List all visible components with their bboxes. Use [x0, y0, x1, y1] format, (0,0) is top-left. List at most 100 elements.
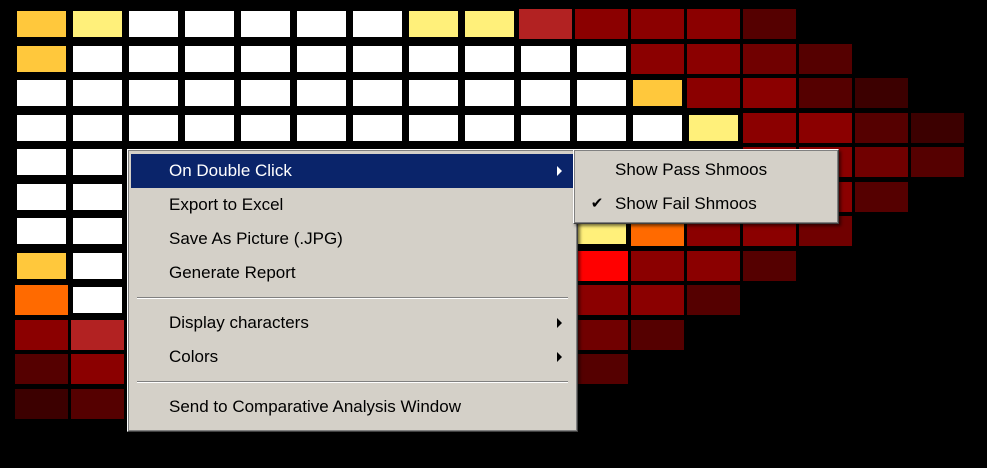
shmoo-cell[interactable]	[71, 389, 124, 419]
shmoo-cell[interactable]	[239, 78, 292, 108]
shmoo-cell[interactable]	[183, 78, 236, 108]
menu-item-export-to-excel[interactable]: Export to Excel	[131, 188, 574, 222]
shmoo-cell[interactable]	[351, 9, 404, 39]
shmoo-cell[interactable]	[575, 9, 628, 39]
shmoo-cell[interactable]	[127, 78, 180, 108]
menu-item-display-characters[interactable]: Display characters	[131, 306, 574, 340]
menu-item-colors[interactable]: Colors	[131, 340, 574, 374]
shmoo-cell[interactable]	[71, 9, 124, 39]
submenu-item-show-pass-shmoos[interactable]: Show Pass Shmoos	[577, 153, 835, 187]
shmoo-cell[interactable]	[239, 44, 292, 74]
shmoo-cell[interactable]	[855, 113, 908, 143]
menu-item-send-to-comparative-analysis[interactable]: Send to Comparative Analysis Window	[131, 390, 574, 424]
shmoo-cell[interactable]	[463, 44, 516, 74]
shmoo-cell[interactable]	[743, 251, 796, 281]
menu-item-on-double-click[interactable]: On Double Click	[131, 154, 574, 188]
shmoo-cell[interactable]	[71, 78, 124, 108]
shmoo-cell[interactable]	[15, 285, 68, 315]
shmoo-cell[interactable]	[407, 44, 460, 74]
shmoo-cell[interactable]	[15, 320, 68, 350]
shmoo-plot-area[interactable]: On Double Click Export to Excel Save As …	[0, 0, 987, 468]
shmoo-cell[interactable]	[15, 147, 68, 177]
shmoo-cell[interactable]	[295, 113, 348, 143]
shmoo-cell[interactable]	[351, 78, 404, 108]
shmoo-cell[interactable]	[183, 9, 236, 39]
shmoo-cell[interactable]	[743, 113, 796, 143]
shmoo-cell[interactable]	[463, 9, 516, 39]
shmoo-cell[interactable]	[631, 285, 684, 315]
shmoo-cell[interactable]	[71, 113, 124, 143]
shmoo-cell[interactable]	[15, 389, 68, 419]
shmoo-cell[interactable]	[799, 44, 852, 74]
shmoo-cell[interactable]	[407, 113, 460, 143]
shmoo-cell[interactable]	[631, 44, 684, 74]
shmoo-cell[interactable]	[351, 44, 404, 74]
shmoo-cell[interactable]	[295, 78, 348, 108]
shmoo-cell[interactable]	[575, 44, 628, 74]
shmoo-cell[interactable]	[519, 113, 572, 143]
menu-item-save-as-picture[interactable]: Save As Picture (.JPG)	[131, 222, 574, 256]
shmoo-cell[interactable]	[687, 251, 740, 281]
shmoo-cell[interactable]	[183, 113, 236, 143]
shmoo-cell[interactable]	[687, 44, 740, 74]
shmoo-cell[interactable]	[575, 320, 628, 350]
shmoo-cell[interactable]	[575, 251, 628, 281]
shmoo-cell[interactable]	[687, 285, 740, 315]
shmoo-cell[interactable]	[71, 251, 124, 281]
shmoo-cell[interactable]	[575, 354, 628, 384]
shmoo-cell[interactable]	[575, 78, 628, 108]
submenu-item-show-fail-shmoos[interactable]: ✔ Show Fail Shmoos	[577, 187, 835, 221]
shmoo-cell[interactable]	[855, 147, 908, 177]
shmoo-cell[interactable]	[911, 147, 964, 177]
shmoo-cell[interactable]	[407, 78, 460, 108]
shmoo-cell[interactable]	[127, 44, 180, 74]
shmoo-cell[interactable]	[799, 78, 852, 108]
shmoo-cell[interactable]	[183, 44, 236, 74]
shmoo-cell[interactable]	[687, 78, 740, 108]
shmoo-cell[interactable]	[519, 44, 572, 74]
shmoo-cell[interactable]	[71, 354, 124, 384]
shmoo-cell[interactable]	[911, 113, 964, 143]
shmoo-cell[interactable]	[15, 9, 68, 39]
shmoo-cell[interactable]	[463, 113, 516, 143]
shmoo-cell[interactable]	[15, 216, 68, 246]
shmoo-cell[interactable]	[407, 9, 460, 39]
shmoo-cell[interactable]	[631, 78, 684, 108]
shmoo-cell[interactable]	[631, 9, 684, 39]
shmoo-cell[interactable]	[71, 182, 124, 212]
shmoo-cell[interactable]	[15, 251, 68, 281]
shmoo-cell[interactable]	[743, 44, 796, 74]
shmoo-cell[interactable]	[743, 78, 796, 108]
shmoo-cell[interactable]	[855, 182, 908, 212]
shmoo-cell[interactable]	[799, 113, 852, 143]
shmoo-cell[interactable]	[239, 113, 292, 143]
shmoo-cell[interactable]	[519, 78, 572, 108]
shmoo-cell[interactable]	[631, 251, 684, 281]
shmoo-cell[interactable]	[239, 9, 292, 39]
shmoo-cell[interactable]	[687, 9, 740, 39]
shmoo-cell[interactable]	[15, 182, 68, 212]
shmoo-cell[interactable]	[519, 9, 572, 39]
shmoo-cell[interactable]	[127, 113, 180, 143]
shmoo-cell[interactable]	[855, 78, 908, 108]
shmoo-cell[interactable]	[351, 113, 404, 143]
shmoo-cell[interactable]	[463, 78, 516, 108]
shmoo-cell[interactable]	[15, 113, 68, 143]
menu-item-generate-report[interactable]: Generate Report	[131, 256, 574, 290]
shmoo-cell[interactable]	[127, 9, 180, 39]
shmoo-cell[interactable]	[295, 9, 348, 39]
shmoo-cell[interactable]	[631, 320, 684, 350]
shmoo-cell[interactable]	[575, 285, 628, 315]
shmoo-cell[interactable]	[295, 44, 348, 74]
shmoo-cell[interactable]	[71, 320, 124, 350]
shmoo-cell[interactable]	[15, 78, 68, 108]
shmoo-cell[interactable]	[743, 9, 796, 39]
shmoo-cell[interactable]	[71, 147, 124, 177]
shmoo-cell[interactable]	[71, 44, 124, 74]
shmoo-cell[interactable]	[631, 113, 684, 143]
shmoo-cell[interactable]	[15, 44, 68, 74]
shmoo-cell[interactable]	[71, 216, 124, 246]
shmoo-cell[interactable]	[15, 354, 68, 384]
shmoo-cell[interactable]	[71, 285, 124, 315]
shmoo-cell[interactable]	[687, 113, 740, 143]
